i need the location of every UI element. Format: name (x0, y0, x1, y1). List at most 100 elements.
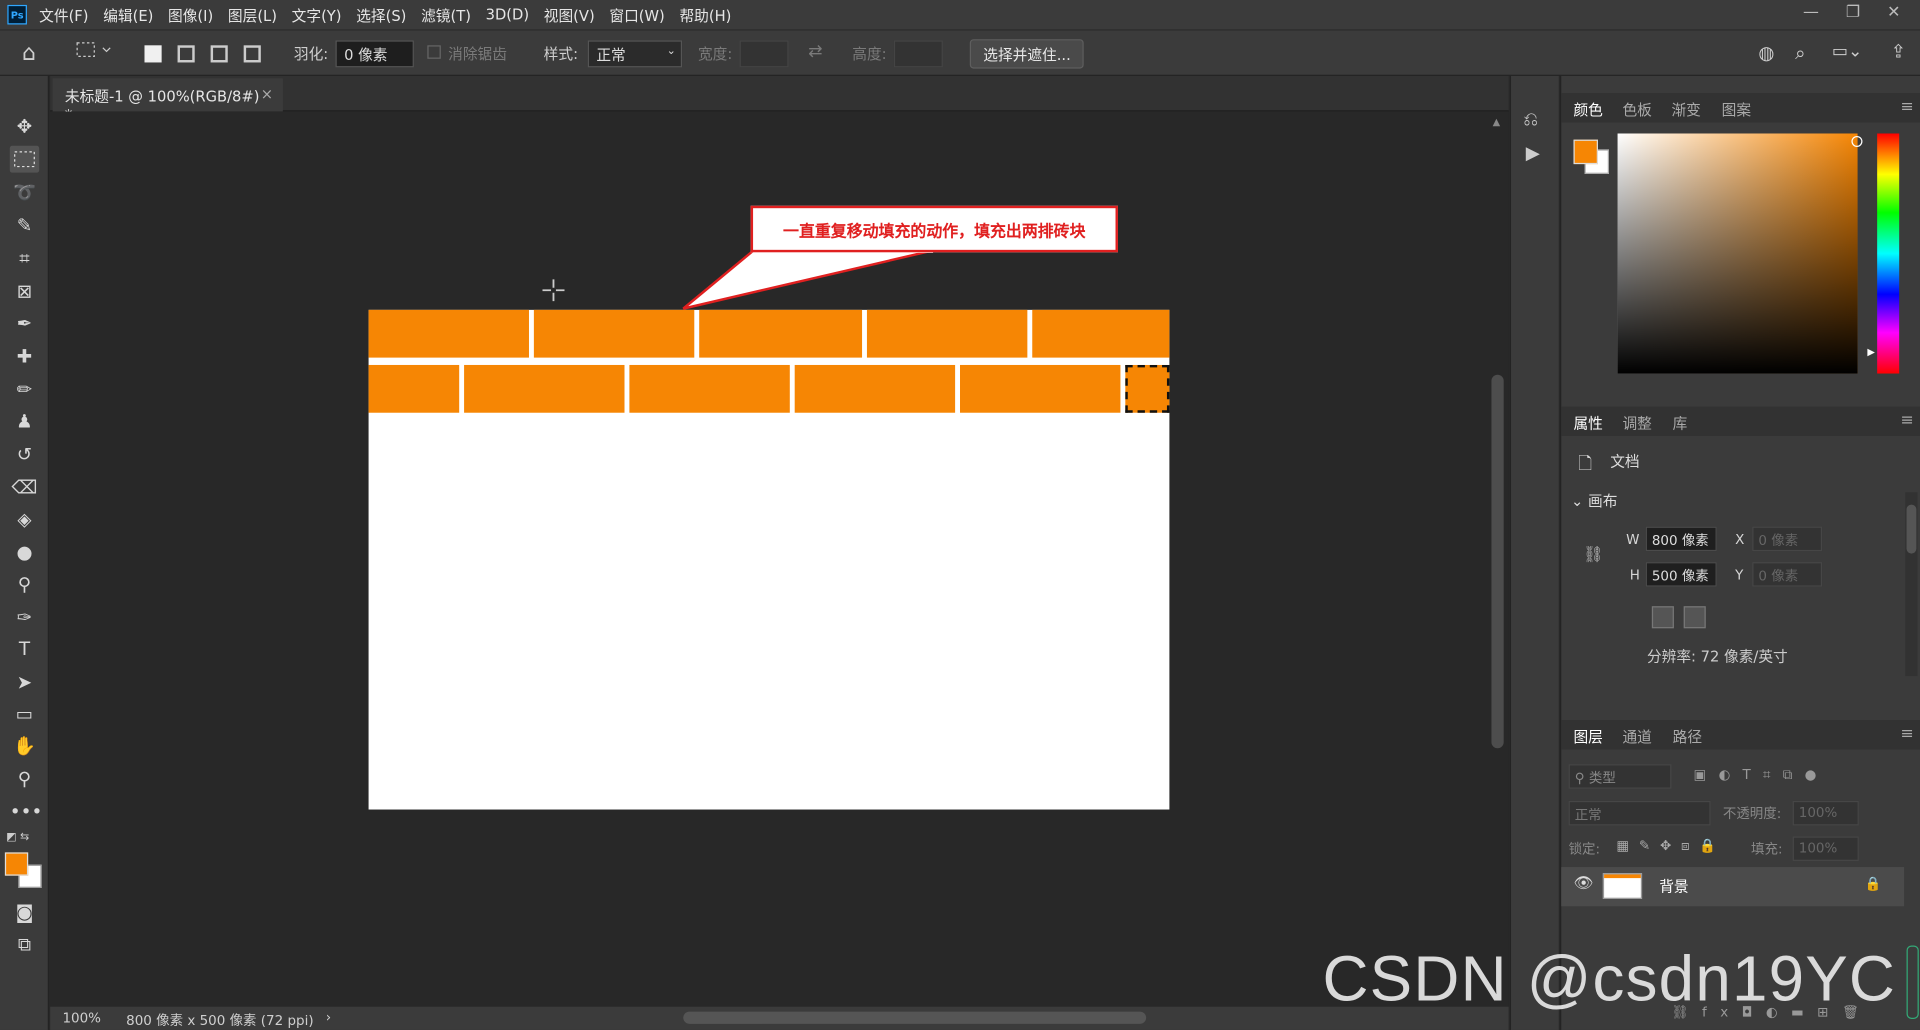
paint-bucket-icon[interactable]: ◈ (10, 506, 39, 533)
document-canvas[interactable] (368, 309, 1170, 810)
magic-wand-icon[interactable]: ✎ (10, 212, 39, 239)
landscape-orientation-icon[interactable] (1683, 606, 1706, 629)
blend-mode-select[interactable]: 正常 (1568, 800, 1711, 826)
marquee-tool-icon[interactable] (9, 145, 40, 173)
restore-button[interactable]: ❐ (1846, 4, 1860, 22)
layers-scrollbar[interactable] (1906, 945, 1919, 1019)
eyedropper-icon[interactable]: ✒ (10, 310, 39, 337)
menu-help[interactable]: 帮助(H) (679, 4, 731, 25)
portrait-orientation-icon[interactable] (1651, 606, 1674, 629)
menu-window[interactable]: 窗口(W) (609, 4, 664, 25)
panel-menu-icon[interactable]: ≡ (1901, 98, 1914, 116)
minimize-button[interactable]: — (1803, 4, 1819, 22)
menu-select[interactable]: 选择(S) (356, 4, 406, 25)
close-button[interactable]: ✕ (1887, 4, 1900, 22)
lock-icons[interactable]: ▦✎✥⧈🔒 (1616, 838, 1726, 855)
learn-icon[interactable]: ◍ (1758, 42, 1774, 64)
horizontal-scroll-thumb[interactable] (683, 1011, 1147, 1024)
brush-tool-icon[interactable]: ✏ (10, 376, 39, 403)
history-brush-icon[interactable]: ↺ (10, 441, 39, 468)
opacity-input[interactable]: 100% (1792, 800, 1859, 826)
history-panel-icon[interactable]: ⎌ (1523, 108, 1538, 130)
tab-libraries[interactable]: 库 (1673, 413, 1688, 434)
move-tool-icon[interactable]: ✥ (10, 113, 39, 140)
quick-mask-icon[interactable]: ◙ (10, 899, 39, 926)
close-tab-icon[interactable]: × (261, 86, 273, 103)
canvas-height-input[interactable]: 500 像素 (1645, 562, 1717, 587)
menu-filter[interactable]: 滤镜(T) (421, 4, 471, 25)
stamp-tool-icon[interactable]: ♟ (10, 408, 39, 435)
panel-menu-icon[interactable]: ≡ (1901, 725, 1914, 743)
fill-input[interactable]: 100% (1792, 836, 1859, 861)
canvas-y-input[interactable]: 0 像素 (1752, 562, 1823, 587)
tab-properties[interactable]: 属性 (1573, 413, 1602, 434)
feather-input[interactable]: 0 像素 (335, 40, 414, 68)
style-select[interactable]: 正常 ⌄ (587, 40, 683, 68)
height-input[interactable] (893, 40, 943, 68)
foreground-color-swatch[interactable] (4, 852, 29, 876)
hue-slider-handle-icon[interactable]: ▶ (1867, 347, 1875, 358)
status-arrow-icon[interactable]: › (326, 1009, 331, 1025)
path-select-icon[interactable]: ➤ (10, 669, 39, 696)
tab-paths[interactable]: 路径 (1673, 726, 1702, 747)
tab-channels[interactable]: 通道 (1622, 726, 1651, 747)
menu-edit[interactable]: 编辑(E) (103, 4, 153, 25)
subtract-selection-icon[interactable] (210, 45, 228, 63)
eye-visibility-icon[interactable]: 👁 (1573, 874, 1593, 892)
canvas-x-input[interactable]: 0 像素 (1752, 526, 1823, 552)
document-tab[interactable]: 未标题-1 @ 100%(RGB/8#) * × (52, 78, 283, 124)
tab-swatches[interactable]: 色板 (1622, 99, 1651, 120)
zoom-tool-icon[interactable]: ⚲ (10, 765, 39, 792)
pen-tool-icon[interactable]: ✑ (10, 604, 39, 631)
rect-marquee-preset-icon[interactable] (76, 40, 113, 63)
workspace-icon[interactable]: ▭⌄ (1832, 42, 1863, 62)
menu-image[interactable]: 图像(I) (168, 4, 213, 25)
select-and-mask-button[interactable]: 选择并遮住... (969, 39, 1085, 69)
layer-filter-select[interactable]: ⚲ 类型 (1568, 764, 1672, 789)
zoom-level[interactable]: 100% (62, 1010, 101, 1026)
type-tool-icon[interactable]: T (10, 636, 39, 663)
menu-type[interactable]: 文字(Y) (292, 4, 342, 25)
layer-row[interactable]: 👁 背景 🔒 (1561, 867, 1905, 907)
properties-scrollbar[interactable] (1905, 492, 1918, 677)
actions-panel-icon[interactable]: ▶ (1526, 142, 1540, 164)
antialias-checkbox[interactable] (427, 45, 441, 59)
screen-mode-icon[interactable]: ⧉ (10, 931, 39, 958)
menu-view[interactable]: 视图(V) (544, 4, 595, 25)
share-icon[interactable]: ⇪ (1891, 40, 1906, 62)
lasso-tool-icon[interactable]: ➰ (10, 179, 39, 206)
canvas-width-input[interactable]: 800 像素 (1645, 526, 1717, 552)
menu-layer[interactable]: 图层(L) (228, 4, 277, 25)
vertical-scrollbar[interactable]: ▲ (1486, 111, 1509, 1007)
tab-color[interactable]: 颜色 (1573, 99, 1602, 120)
panel-foreground-swatch[interactable] (1573, 139, 1598, 165)
layer-filter-icons[interactable]: ▣◐T⌗⧉● (1693, 767, 1828, 784)
blur-tool-icon[interactable]: ● (10, 539, 39, 566)
hand-tool-icon[interactable]: ✋ (10, 732, 39, 759)
scroll-up-icon[interactable]: ▲ (1493, 116, 1501, 127)
link-dimensions-icon[interactable]: ⛓ (1583, 546, 1603, 564)
selected-brick[interactable] (1125, 364, 1170, 413)
menu-3d[interactable]: 3D(D) (486, 6, 529, 23)
layer-name[interactable]: 背景 (1659, 876, 1688, 897)
canvas-section-header[interactable]: ⌄ 画布 (1571, 490, 1617, 511)
search-icon[interactable]: ⌕ (1795, 42, 1805, 64)
default-swap-colors-icon[interactable]: ◩ ⇆ (6, 832, 38, 847)
eraser-icon[interactable]: ⌫ (10, 474, 39, 501)
intersect-selection-icon[interactable] (243, 45, 261, 63)
home-icon[interactable]: ⌂ (22, 40, 36, 66)
color-picker-field[interactable] (1617, 133, 1863, 374)
panel-menu-icon[interactable]: ≡ (1901, 411, 1914, 429)
frame-tool-icon[interactable]: ⊠ (10, 278, 39, 305)
width-input[interactable] (739, 40, 789, 68)
add-selection-icon[interactable] (177, 45, 195, 63)
menu-file[interactable]: 文件(F) (39, 4, 88, 25)
tab-gradients[interactable]: 渐变 (1671, 99, 1700, 120)
swap-dimensions-icon[interactable]: ⇄ (808, 42, 822, 62)
more-tools-icon[interactable]: ••• (10, 799, 43, 826)
rectangle-tool-icon[interactable]: ▭ (10, 701, 39, 728)
vertical-scroll-thumb[interactable] (1491, 374, 1504, 749)
crop-tool-icon[interactable]: ⌗ (10, 245, 39, 272)
dodge-tool-icon[interactable]: ⚲ (10, 571, 39, 598)
tab-layers[interactable]: 图层 (1573, 726, 1602, 747)
